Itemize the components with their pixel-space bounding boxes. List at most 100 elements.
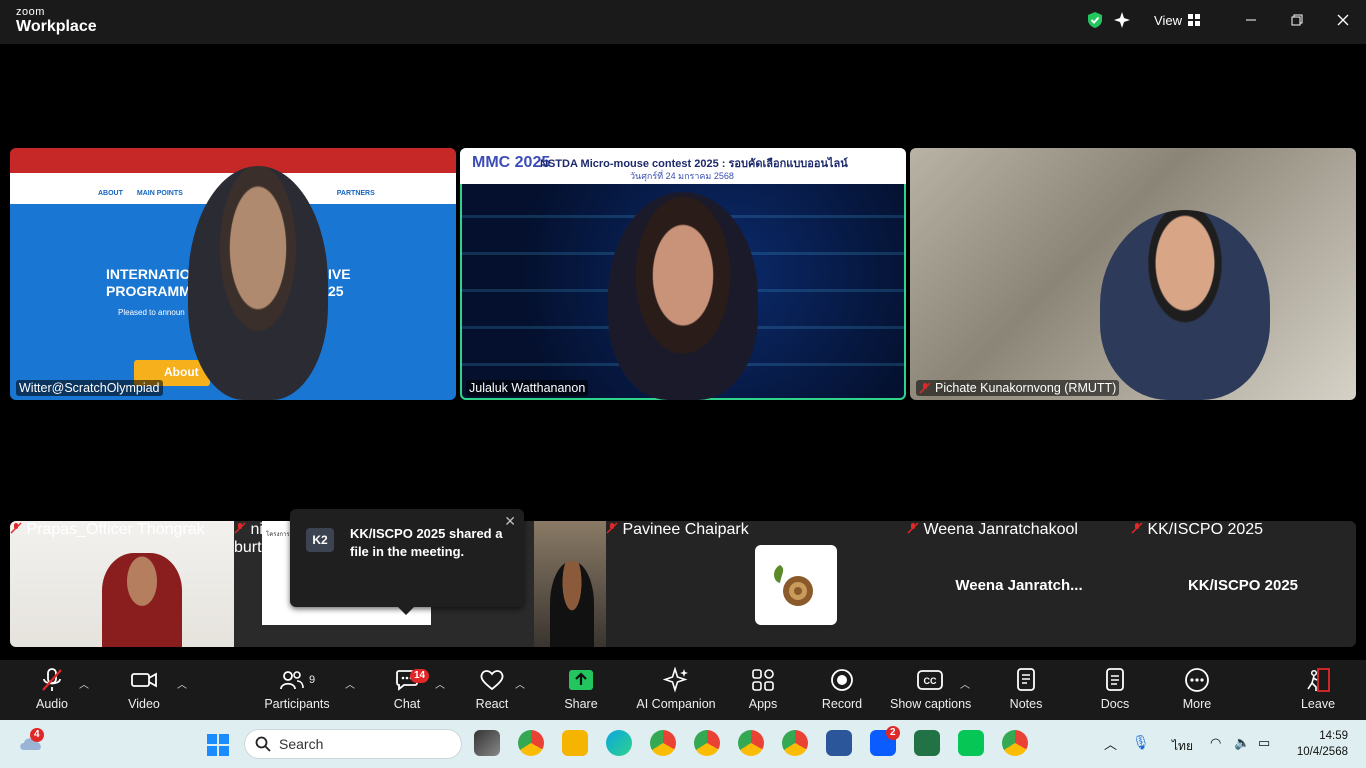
- docs-button[interactable]: Docs: [1096, 666, 1134, 718]
- close-window-button[interactable]: [1320, 0, 1366, 40]
- microphone-icon[interactable]: 🎙: [1132, 734, 1150, 751]
- web-body-text: Pleased to announ: [118, 308, 185, 317]
- apps-label: Apps: [748, 697, 778, 711]
- chat-label: Chat: [393, 697, 421, 711]
- participant-name-label: Julaluk Watthananon: [466, 380, 589, 396]
- share-button[interactable]: Share: [561, 666, 601, 718]
- video-tile-prapas[interactable]: Prapas_Officer Thongrak: [10, 521, 234, 647]
- notes-button[interactable]: Notes: [1005, 666, 1047, 718]
- share-arrow-icon: [569, 670, 593, 690]
- view-button[interactable]: View: [1154, 13, 1200, 28]
- chrome-profile-icon[interactable]: [782, 730, 808, 756]
- snail-logo-icon: [774, 565, 813, 606]
- show-captions-button[interactable]: CC Show captions: [890, 666, 972, 718]
- audio-button[interactable]: Audio: [32, 666, 72, 718]
- file-explorer-icon[interactable]: [562, 730, 588, 756]
- video-tile-pavinee[interactable]: Pavinee Chaipark: [606, 521, 837, 647]
- document-icon: [1106, 668, 1124, 691]
- participants-button[interactable]: 9 Participants: [262, 666, 332, 718]
- video-tile-witter[interactable]: ABOUT MAIN POINTS PARTNERS INTERNATIO PR…: [10, 148, 456, 400]
- show-hidden-icons-chevron-icon[interactable]: ︿: [1104, 734, 1117, 753]
- mic-off-icon: [234, 522, 246, 534]
- video-tile-pichate[interactable]: Pichate Kunakornvong (RMUTT): [910, 148, 1356, 400]
- video-tile-weena[interactable]: Weena Janratch... Weena Janratchakool: [907, 521, 1131, 647]
- react-options-caret-icon[interactable]: ︿: [515, 676, 525, 691]
- video-tile-kk-iscpo[interactable]: KK/ISCPO 2025 KK/ISCPO 2025: [1131, 521, 1355, 647]
- participants-options-caret-icon[interactable]: ︿: [345, 676, 355, 691]
- web-headline-1: INTERNATIO: [106, 266, 191, 282]
- participant-video-julaluk: [608, 192, 758, 400]
- shield-check-icon[interactable]: [1084, 9, 1106, 31]
- web-about-label: About: [164, 365, 199, 379]
- record-icon: [831, 669, 853, 691]
- ai-companion-label: AI Companion: [636, 697, 716, 711]
- minimize-button[interactable]: [1228, 0, 1274, 40]
- participant-name: Prapas_Officer Thongrak: [26, 521, 205, 538]
- video-tile-julaluk[interactable]: MMC 2025 NSTDA Micro-mouse contest 2025 …: [460, 148, 906, 400]
- excel-icon[interactable]: [914, 730, 940, 756]
- chrome-profile-icon[interactable]: [694, 730, 720, 756]
- participants-label: Participants: [264, 697, 330, 711]
- ai-sparkle-icon: [663, 667, 688, 693]
- mmc-logo: MMC 2025: [472, 154, 551, 171]
- title-bar: zoom Workplace View: [0, 0, 1366, 44]
- meeting-toolbar: Audio ︿ Video ︿ 9 Participants ︿ Chat 14…: [0, 660, 1366, 720]
- avatar: [755, 545, 837, 625]
- task-view-icon[interactable]: [474, 730, 500, 756]
- camera-icon: [131, 672, 157, 688]
- participant-name-label: Weena Janratchakool: [907, 521, 1131, 539]
- file-shared-notification[interactable]: K2 KK/ISCPO 2025 shared a file in the me…: [290, 509, 524, 615]
- record-button[interactable]: Record: [820, 666, 864, 718]
- react-button[interactable]: React: [472, 666, 512, 718]
- participant-video-burt: [534, 521, 606, 647]
- leave-button[interactable]: Leave: [1298, 666, 1338, 718]
- notification-message: KK/ISCPO 2025 shared a file in the meeti…: [350, 526, 503, 559]
- start-button[interactable]: [206, 733, 230, 757]
- brand-bottom: Workplace: [16, 18, 97, 35]
- participant-display-name: Weena Janratch...: [955, 577, 1083, 594]
- audio-label: Audio: [36, 697, 68, 711]
- taskbar-clock[interactable]: 14:59 10/4/2568: [1297, 728, 1348, 760]
- edge-icon[interactable]: [606, 730, 632, 756]
- wifi-icon[interactable]: ◠: [1210, 735, 1221, 751]
- chrome-icon[interactable]: [518, 730, 544, 756]
- clock-time: 14:59: [1319, 730, 1348, 742]
- ai-sparkle-icon[interactable]: [1112, 9, 1134, 31]
- video-button[interactable]: Video: [124, 666, 164, 718]
- participant-name: Pavinee Chaipark: [622, 521, 749, 538]
- mic-off-icon: [919, 382, 931, 394]
- record-label: Record: [821, 697, 863, 711]
- chrome-profile-icon[interactable]: [738, 730, 764, 756]
- battery-icon[interactable]: ▭: [1258, 735, 1270, 751]
- captions-options-caret-icon[interactable]: ︿: [960, 676, 970, 691]
- participants-count: 9: [308, 674, 316, 686]
- close-icon[interactable]: ✕: [504, 513, 516, 530]
- taskbar-search[interactable]: Search: [244, 729, 462, 759]
- chrome-profile-icon[interactable]: [1002, 730, 1028, 756]
- video-options-caret-icon[interactable]: ︿: [177, 676, 187, 691]
- web-nav-main-points: MAIN POINTS: [136, 189, 183, 197]
- react-label: React: [475, 697, 509, 711]
- mic-off-icon: [606, 522, 618, 534]
- notes-icon: [1017, 668, 1035, 691]
- participant-name: Julaluk Watthananon: [469, 381, 586, 395]
- search-placeholder: Search: [279, 736, 324, 752]
- participant-video-prapas: [102, 553, 182, 647]
- apps-button[interactable]: Apps: [744, 666, 782, 718]
- participant-strip-right: Pavinee Chaipark Weena Janratch... Weena…: [606, 521, 1356, 647]
- word-icon[interactable]: [826, 730, 852, 756]
- participant-video-witter: [188, 166, 328, 400]
- slide-banner: MMC 2025 NSTDA Micro-mouse contest 2025 …: [460, 148, 906, 184]
- input-language[interactable]: ไทย: [1172, 737, 1193, 756]
- mic-off-icon: [907, 522, 919, 534]
- restore-button[interactable]: [1274, 0, 1320, 40]
- volume-icon[interactable]: 🔈: [1234, 735, 1250, 751]
- audio-options-caret-icon[interactable]: ︿: [79, 676, 89, 691]
- show-captions-label: Show captions: [890, 697, 972, 711]
- line-icon[interactable]: [958, 730, 984, 756]
- more-button[interactable]: More: [1178, 666, 1216, 718]
- ai-companion-button[interactable]: AI Companion: [636, 666, 716, 718]
- chrome-profile-icon[interactable]: [650, 730, 676, 756]
- chat-options-caret-icon[interactable]: ︿: [435, 676, 445, 691]
- participant-name-label: KK/ISCPO 2025: [1131, 521, 1355, 539]
